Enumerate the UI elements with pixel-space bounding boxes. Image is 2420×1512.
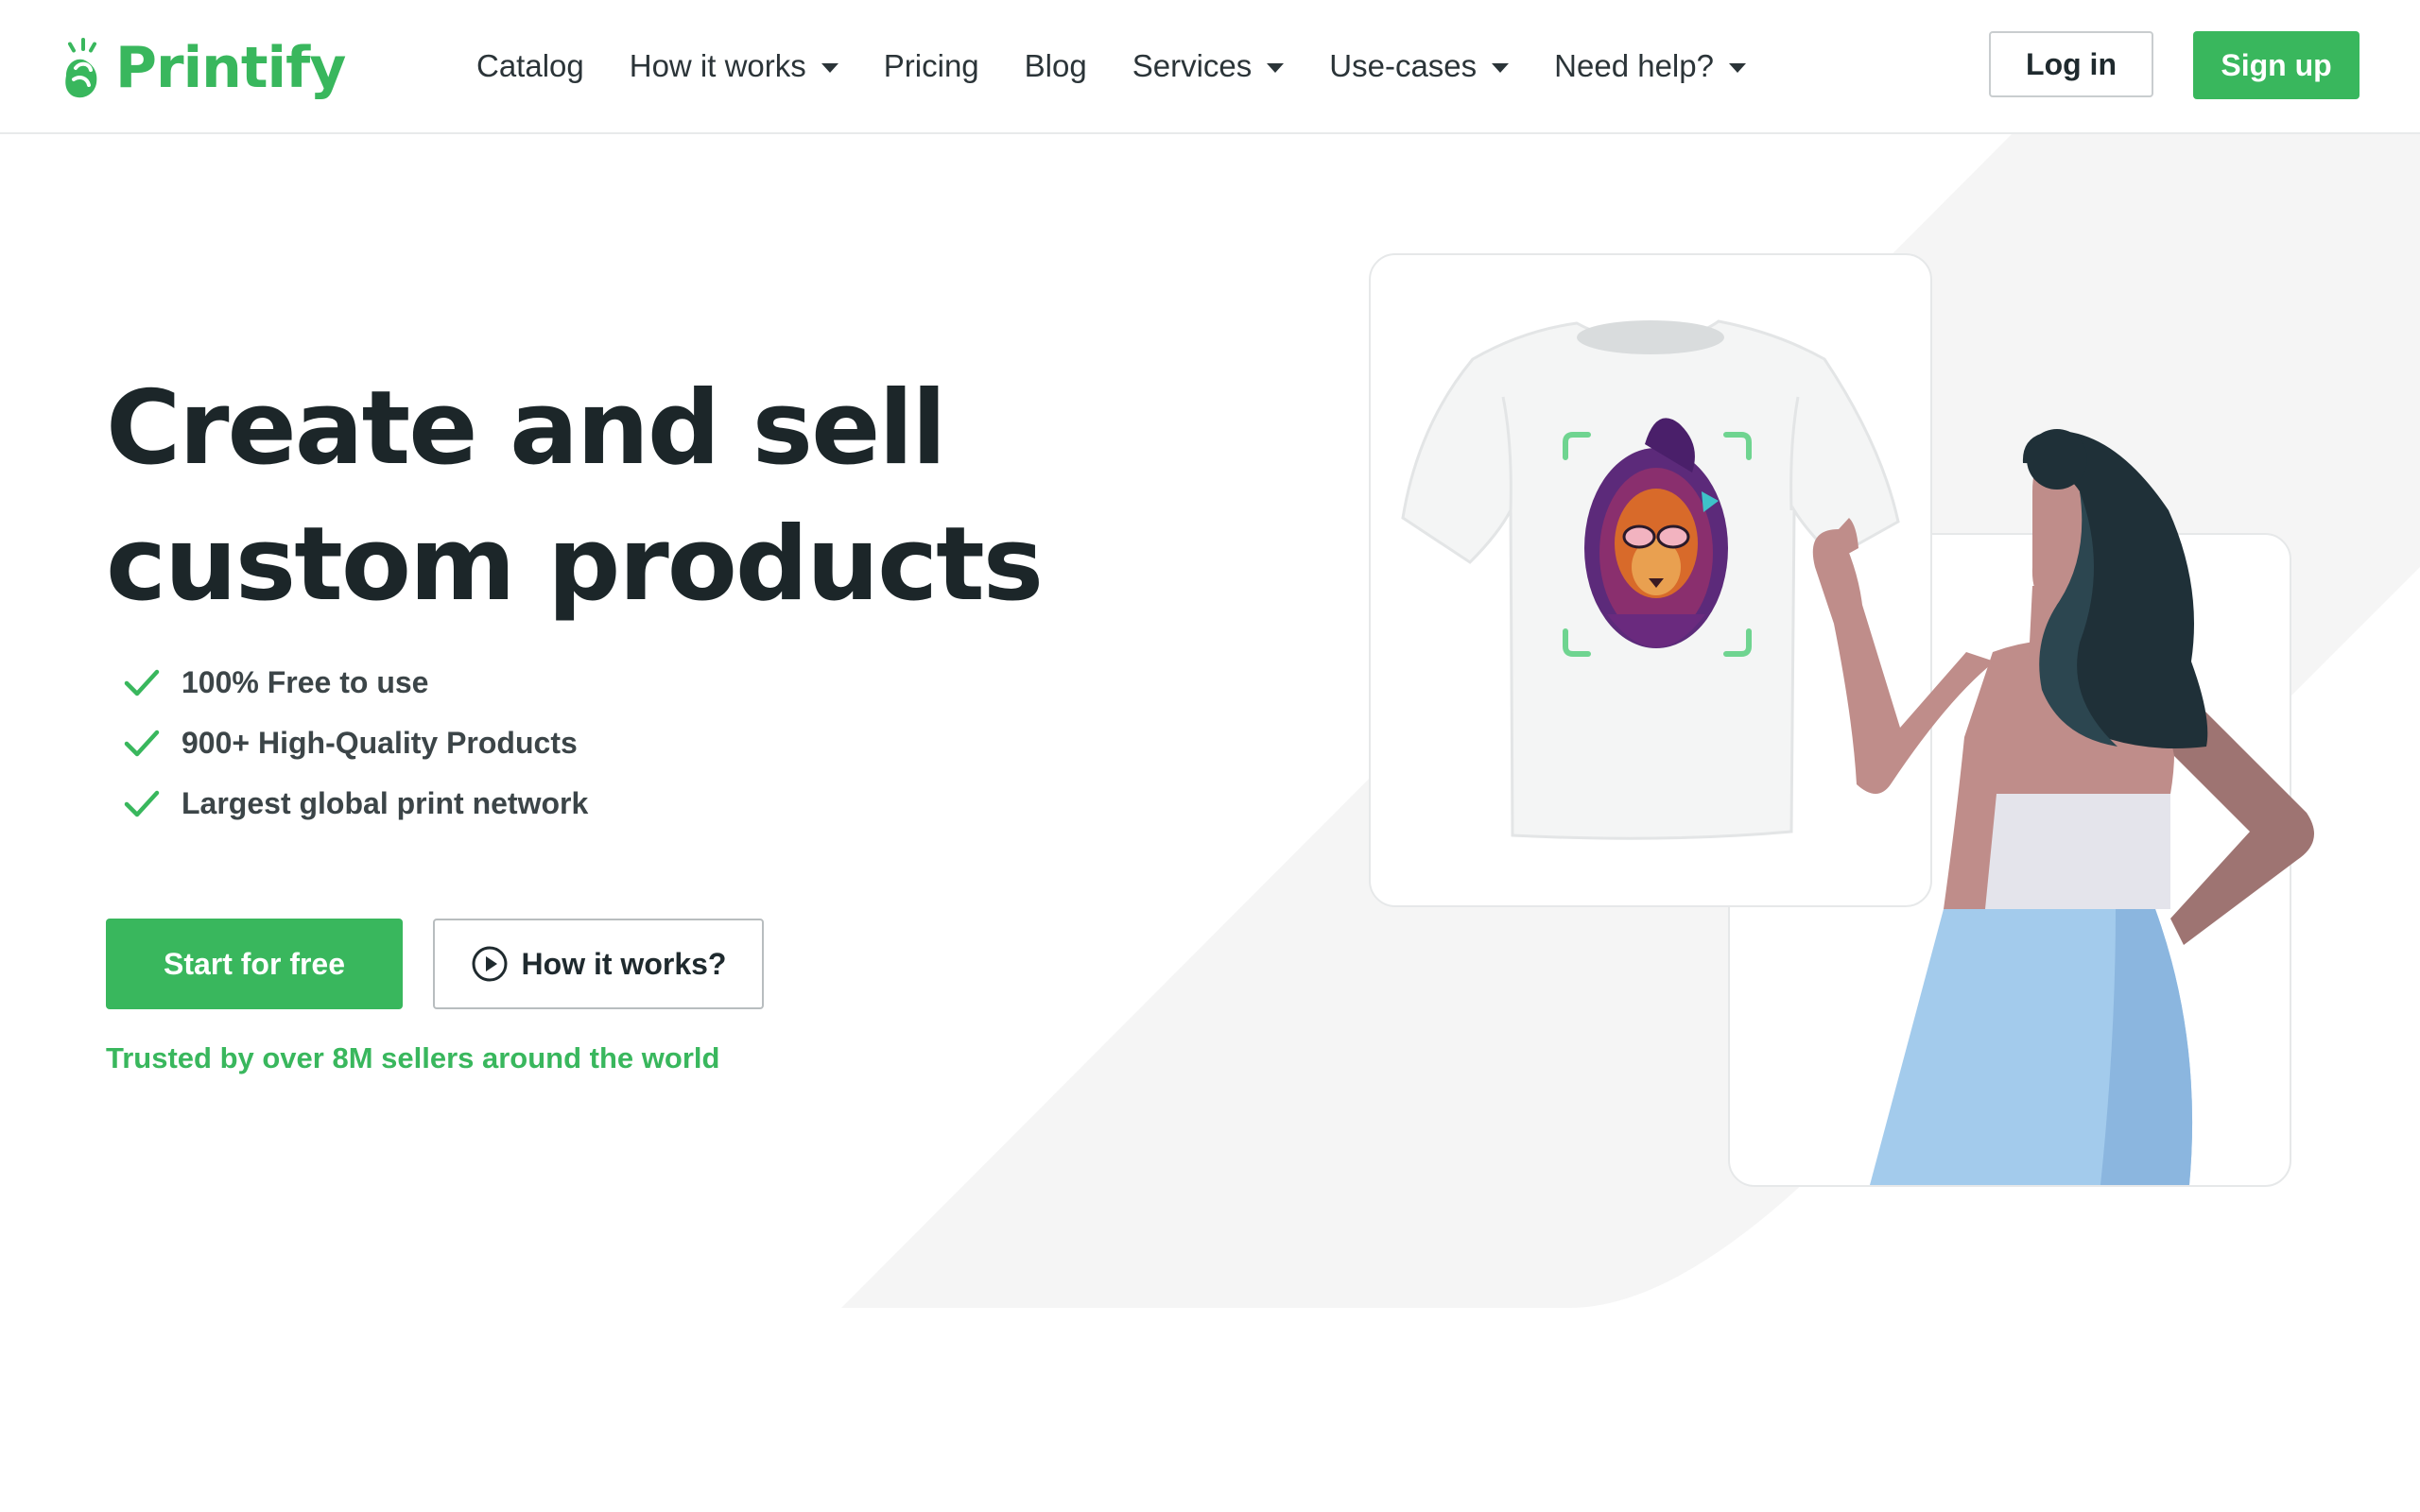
login-button[interactable]: Log in <box>1989 31 2153 97</box>
hero-headline-line-2: custom products <box>106 506 1044 624</box>
feature-list: 100% Free to use 900+ High-Quality Produ… <box>123 652 588 833</box>
chevron-down-icon <box>821 63 838 73</box>
nav-need-help[interactable]: Need help? <box>1554 48 1746 84</box>
feature-item: Largest global print network <box>123 773 588 833</box>
feature-label: 100% Free to use <box>182 664 429 699</box>
feature-label: 900+ High-Quality Products <box>182 725 578 760</box>
how-it-works-button-label: How it works? <box>521 946 727 981</box>
nav-services[interactable]: Services <box>1132 48 1285 84</box>
nav-pricing[interactable]: Pricing <box>884 48 979 84</box>
check-icon <box>124 790 160 817</box>
site-header: Printify Catalog How it works Pricing Bl… <box>0 0 2420 134</box>
feature-label: Largest global print network <box>182 785 589 820</box>
nav-catalog-label: Catalog <box>476 48 584 83</box>
printify-logo-icon <box>65 38 97 98</box>
nav-use-cases-label: Use-cases <box>1329 48 1478 83</box>
nav-blog-label: Blog <box>1024 48 1087 83</box>
main-nav: Catalog How it works Pricing Blog Servic… <box>476 0 1791 132</box>
logo-wordmark: Printify <box>115 35 346 101</box>
hero-headline-line-1: Create and sell <box>106 369 946 488</box>
start-for-free-button[interactable]: Start for free <box>106 919 403 1009</box>
signup-button[interactable]: Sign up <box>2193 31 2360 99</box>
nav-blog[interactable]: Blog <box>1025 48 1087 84</box>
nav-how-it-works-label: How it works <box>629 48 806 83</box>
how-it-works-button[interactable]: How it works? <box>433 919 764 1009</box>
illustration-product-card <box>1369 253 1932 907</box>
printify-logo[interactable]: Printify <box>57 30 346 106</box>
check-icon <box>124 730 160 757</box>
chevron-down-icon <box>1267 63 1285 73</box>
play-circle-icon <box>472 946 508 982</box>
hero-headline: Create and sell custom products <box>106 361 1146 633</box>
nav-use-cases[interactable]: Use-cases <box>1329 48 1510 84</box>
nav-catalog[interactable]: Catalog <box>476 48 584 84</box>
nav-need-help-label: Need help? <box>1554 48 1714 83</box>
trusted-by-text: Trusted by over 8M sellers around the wo… <box>106 1041 720 1074</box>
feature-item: 900+ High-Quality Products <box>123 713 588 773</box>
chevron-down-icon <box>1492 63 1510 73</box>
nav-services-label: Services <box>1132 48 1253 83</box>
nav-pricing-label: Pricing <box>883 48 979 83</box>
check-icon <box>124 669 160 696</box>
chevron-down-icon <box>1728 63 1746 73</box>
nav-how-it-works[interactable]: How it works <box>630 48 838 84</box>
feature-item: 100% Free to use <box>123 652 588 713</box>
